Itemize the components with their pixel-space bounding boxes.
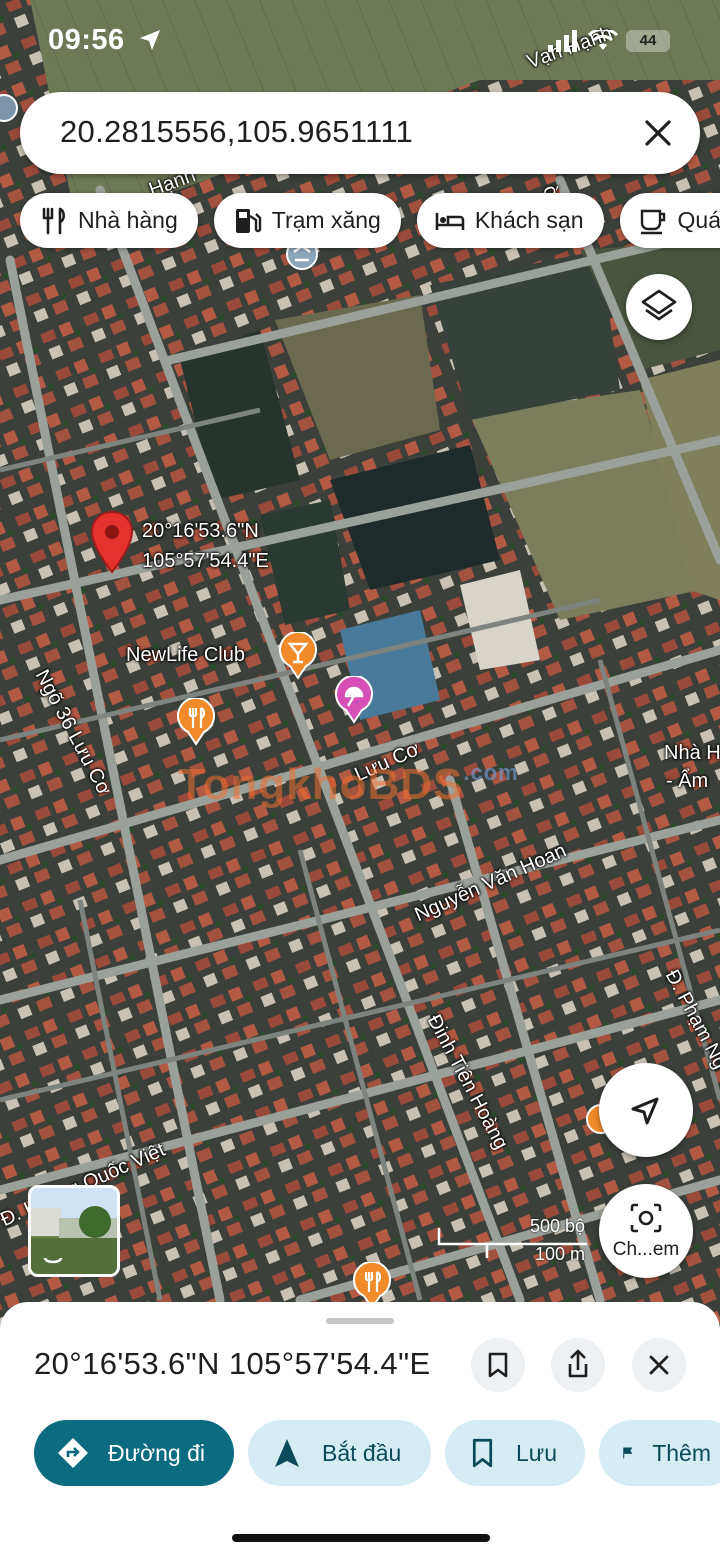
bookmark-icon xyxy=(472,1438,493,1468)
poi-label-am: - Ẩm xyxy=(666,770,709,792)
edge-poi-icon[interactable] xyxy=(0,92,20,126)
chip-hotels[interactable]: Khách sạn xyxy=(416,193,604,248)
search-bar[interactable]: 20.2815556,105.9651111 xyxy=(20,92,700,174)
start-button[interactable]: Bắt đầu xyxy=(248,1420,431,1486)
start-label: Bắt đầu xyxy=(322,1439,402,1466)
map-scale: 500 bộ 100 m xyxy=(437,1214,597,1264)
lens-button[interactable]: Ch...em xyxy=(599,1184,693,1278)
street-view-image xyxy=(31,1206,117,1274)
location-arrow-icon xyxy=(140,30,160,50)
navigation-arrow-icon xyxy=(631,1097,659,1125)
save-label: Lưu xyxy=(516,1439,557,1466)
more-label: Thêm xyxy=(652,1439,711,1466)
action-buttons: Đường đi Bắt đầu Lưu Thêm xyxy=(34,1420,720,1486)
camera-lens-icon xyxy=(630,1203,662,1233)
place-title: 20°16'53.6"N 105°57'54.4"E xyxy=(34,1346,431,1381)
bookmark-icon xyxy=(488,1352,508,1378)
place-bottom-sheet[interactable]: 20°16'53.6"N 105°57'54.4"E Đường đi Bắt … xyxy=(0,1302,720,1557)
hotel-icon xyxy=(435,212,465,230)
navigation-icon xyxy=(275,1439,299,1467)
layers-button[interactable] xyxy=(626,274,692,340)
search-input[interactable]: 20.2815556,105.9651111 xyxy=(60,114,413,150)
directions-icon xyxy=(58,1438,88,1468)
my-location-button[interactable] xyxy=(599,1063,693,1157)
directions-button[interactable]: Đường đi xyxy=(34,1420,234,1486)
restaurant-poi-icon[interactable] xyxy=(176,698,216,746)
wifi-icon xyxy=(588,30,618,50)
cafe-icon xyxy=(640,209,665,234)
close-sheet-button[interactable] xyxy=(632,1338,686,1392)
layers-icon xyxy=(641,289,677,321)
pin-coordinate-lat: 20°16'53.6"N xyxy=(142,520,259,542)
more-button[interactable]: Thêm xyxy=(599,1420,720,1486)
gas-station-icon xyxy=(235,208,261,233)
share-icon xyxy=(568,1349,588,1378)
save-bookmark-button[interactable] xyxy=(471,1338,525,1392)
chip-restaurants[interactable]: Nhà hàng xyxy=(20,193,198,248)
directions-label: Đường đi xyxy=(108,1439,205,1466)
status-icons: 44 xyxy=(548,30,670,52)
lens-label: Ch...em xyxy=(612,1239,680,1260)
chip-gas-stations[interactable]: Trạm xăng xyxy=(213,193,401,248)
chip-label: Nhà hàng xyxy=(78,207,178,233)
poi-label-nha-h: Nhà H xyxy=(664,742,720,764)
shopping-poi-icon[interactable] xyxy=(334,676,374,724)
status-time: 09:56 xyxy=(48,24,125,56)
bar-poi-icon[interactable] xyxy=(278,632,318,680)
close-icon[interactable] xyxy=(638,113,678,153)
restaurant-icon xyxy=(42,207,66,234)
chip-cafes[interactable]: Quán xyxy=(619,193,720,248)
battery-indicator: 44 xyxy=(626,30,670,52)
status-bar: 09:56 44 xyxy=(0,0,720,80)
poi-label-newlife-club[interactable]: NewLife Club xyxy=(126,644,245,667)
drag-handle[interactable] xyxy=(326,1318,394,1324)
share-button[interactable] xyxy=(551,1338,605,1392)
chip-label: Trạm xăng xyxy=(271,207,381,233)
signal-icon xyxy=(548,30,577,52)
close-icon xyxy=(649,1355,669,1375)
scale-meters: 100 m xyxy=(534,1244,585,1264)
location-pin[interactable] xyxy=(90,510,134,574)
watermark-logo: TongkhoBDS.com xyxy=(178,760,519,809)
chip-label: Khách sạn xyxy=(474,207,584,233)
scale-feet: 500 bộ xyxy=(529,1216,585,1236)
pin-coordinate-lng: 105°57'54.4"E xyxy=(142,550,269,572)
street-view-thumbnail[interactable] xyxy=(28,1185,120,1277)
save-button[interactable]: Lưu xyxy=(445,1420,585,1486)
flag-icon xyxy=(623,1447,633,1459)
chip-label: Quán xyxy=(677,207,720,233)
home-indicator xyxy=(232,1534,490,1542)
category-chips: Nhà hàng Trạm xăng Khách sạn Quán xyxy=(20,193,720,249)
